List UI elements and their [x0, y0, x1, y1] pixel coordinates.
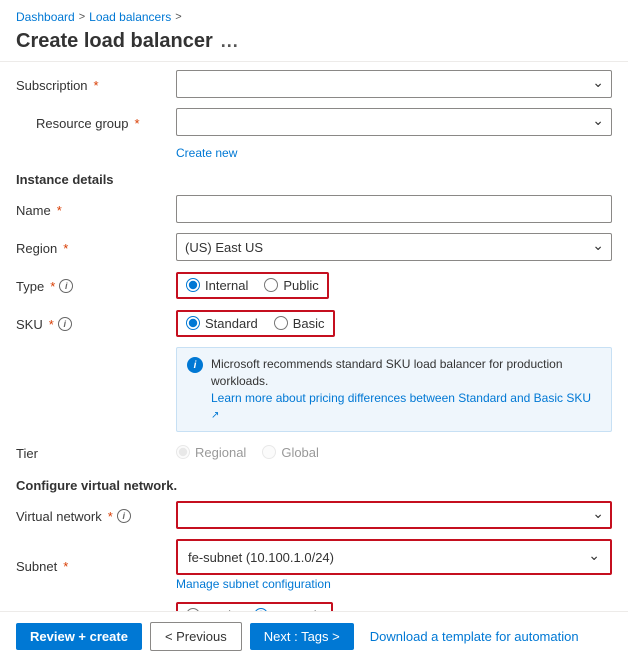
name-input[interactable]	[176, 195, 612, 223]
configure-vnet-title: Configure virtual network.	[16, 478, 612, 493]
resource-group-label: Resource group*	[16, 114, 176, 131]
subscription-label: Subscription*	[16, 76, 176, 93]
sku-basic-label: Basic	[293, 316, 325, 331]
subnet-row: Subnet* fe-subnet (10.100.1.0/24) Manage…	[16, 539, 612, 591]
type-radio-group: Internal Public	[176, 272, 329, 299]
tier-global-option[interactable]: Global	[262, 445, 319, 460]
sku-standard-radio[interactable]	[186, 316, 200, 330]
sku-info-box: i Microsoft recommends standard SKU load…	[176, 347, 612, 432]
breadcrumb-dashboard[interactable]: Dashboard	[16, 10, 75, 24]
form-area: Subscription* Resource group* Create new…	[0, 70, 628, 640]
type-internal-option[interactable]: Internal	[186, 278, 248, 293]
tier-radio-group: Regional Global	[176, 445, 319, 460]
subnet-select-wrapper: fe-subnet (10.100.1.0/24)	[176, 539, 612, 575]
sku-standard-label: Standard	[205, 316, 258, 331]
resource-group-select-wrapper	[176, 108, 612, 136]
tier-control: Regional Global	[176, 445, 612, 460]
tier-label: Tier	[16, 444, 176, 461]
info-box-link[interactable]: Learn more about pricing differences bet…	[211, 391, 591, 422]
sku-standard-option[interactable]: Standard	[186, 316, 258, 331]
region-row: Region* (US) East US	[16, 233, 612, 261]
tier-global-label: Global	[281, 445, 319, 460]
resource-group-row: Resource group*	[16, 108, 612, 136]
tier-global-radio[interactable]	[262, 445, 276, 459]
breadcrumb: Dashboard > Load balancers >	[0, 0, 628, 28]
tier-regional-radio[interactable]	[176, 445, 190, 459]
region-select-wrapper: (US) East US	[176, 233, 612, 261]
region-control: (US) East US	[176, 233, 612, 261]
virtual-network-row: Virtual network* i	[16, 501, 612, 529]
type-info-icon[interactable]: i	[59, 279, 73, 293]
previous-button[interactable]: < Previous	[150, 622, 242, 651]
subnet-inner-wrapper: fe-subnet (10.100.1.0/24)	[180, 543, 608, 571]
create-new-link[interactable]: Create new	[176, 146, 612, 160]
type-public-radio[interactable]	[264, 278, 278, 292]
info-icon: i	[187, 357, 203, 373]
name-label: Name*	[16, 201, 176, 218]
info-box-text: Microsoft recommends standard SKU load b…	[211, 356, 601, 423]
resource-group-control	[176, 108, 612, 136]
virtual-network-select-wrapper	[176, 501, 612, 529]
sku-control: Standard Basic	[176, 310, 612, 337]
type-row: Type* i Internal Public	[16, 271, 612, 299]
type-control: Internal Public	[176, 272, 612, 299]
page-options-dots[interactable]: ...	[221, 31, 239, 52]
subnet-control: fe-subnet (10.100.1.0/24) Manage subnet …	[176, 539, 612, 591]
sku-info-icon[interactable]: i	[58, 317, 72, 331]
page-title-container: Create load balancer ...	[0, 28, 628, 61]
subnet-select[interactable]: fe-subnet (10.100.1.0/24)	[180, 543, 608, 571]
virtual-network-select[interactable]	[176, 501, 612, 529]
type-public-option[interactable]: Public	[264, 278, 318, 293]
subscription-select-wrapper	[176, 70, 612, 98]
type-internal-label: Internal	[205, 278, 248, 293]
sku-basic-radio[interactable]	[274, 316, 288, 330]
manage-subnet-link[interactable]: Manage subnet configuration	[176, 577, 612, 591]
next-button[interactable]: Next : Tags >	[250, 623, 354, 650]
subscription-row: Subscription*	[16, 70, 612, 98]
sku-row: SKU* i Standard Basic	[16, 309, 612, 337]
breadcrumb-sep-1: >	[79, 11, 85, 23]
virtual-network-label: Virtual network* i	[16, 507, 176, 524]
subscription-select[interactable]	[176, 70, 612, 98]
type-public-label: Public	[283, 278, 318, 293]
footer: Review + create < Previous Next : Tags >…	[0, 611, 628, 661]
region-label: Region*	[16, 239, 176, 256]
vnet-info-icon[interactable]: i	[117, 509, 131, 523]
review-create-button[interactable]: Review + create	[16, 623, 142, 650]
type-internal-radio[interactable]	[186, 278, 200, 292]
download-template-link[interactable]: Download a template for automation	[370, 629, 579, 644]
page-title: Create load balancer	[16, 30, 213, 53]
tier-regional-option[interactable]: Regional	[176, 445, 246, 460]
region-select[interactable]: (US) East US	[176, 233, 612, 261]
sku-label: SKU* i	[16, 315, 176, 332]
tier-row: Tier Regional Global	[16, 438, 612, 466]
subscription-control	[176, 70, 612, 98]
instance-details-title: Instance details	[16, 172, 612, 187]
tier-regional-label: Regional	[195, 445, 246, 460]
name-control	[176, 195, 612, 223]
external-link-icon: ↗	[211, 410, 219, 421]
name-row: Name*	[16, 195, 612, 223]
sku-basic-option[interactable]: Basic	[274, 316, 325, 331]
title-divider	[0, 61, 628, 62]
resource-group-select[interactable]	[176, 108, 612, 136]
virtual-network-control	[176, 501, 612, 529]
sku-radio-group: Standard Basic	[176, 310, 335, 337]
breadcrumb-sep-2: >	[175, 11, 181, 23]
breadcrumb-load-balancers[interactable]: Load balancers	[89, 10, 171, 24]
subnet-label: Subnet*	[16, 557, 176, 574]
type-label: Type* i	[16, 277, 176, 294]
